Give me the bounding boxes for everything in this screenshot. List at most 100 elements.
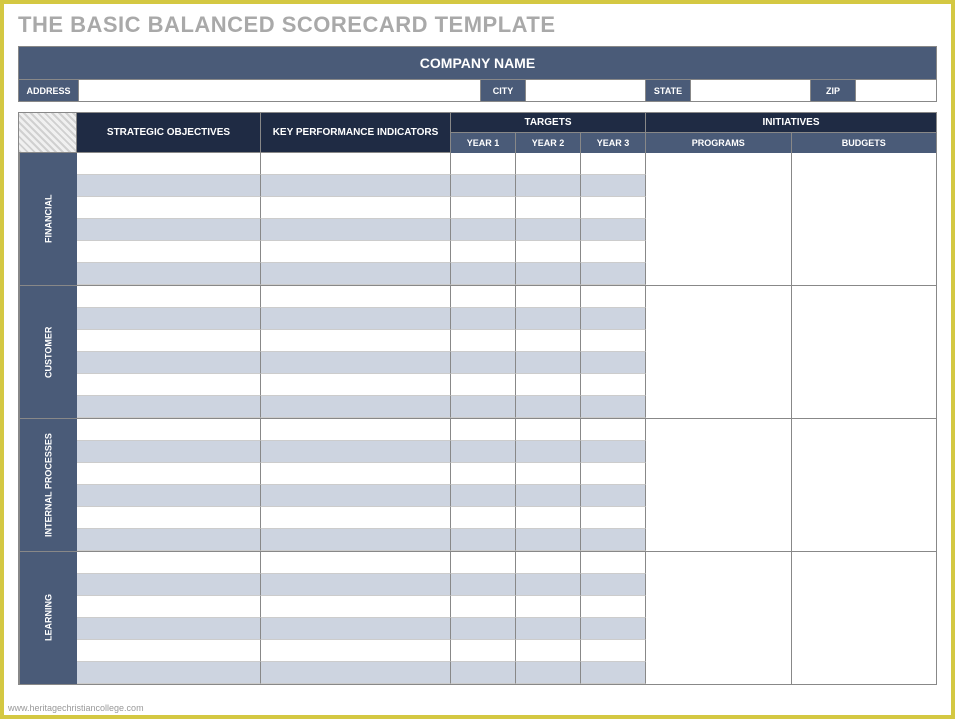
data-cell[interactable] xyxy=(451,175,516,197)
data-cell[interactable] xyxy=(516,662,581,684)
city-input[interactable] xyxy=(526,80,646,101)
data-cell[interactable] xyxy=(261,441,451,463)
initiative-cell-budgets[interactable] xyxy=(792,286,937,418)
data-cell[interactable] xyxy=(261,374,451,396)
data-cell[interactable] xyxy=(261,263,451,285)
data-cell[interactable] xyxy=(516,241,581,263)
data-cell[interactable] xyxy=(451,529,516,551)
initiative-cell-programs[interactable] xyxy=(646,419,792,551)
data-cell[interactable] xyxy=(581,640,646,662)
data-cell[interactable] xyxy=(261,552,451,574)
data-cell[interactable] xyxy=(581,485,646,507)
data-cell[interactable] xyxy=(581,286,646,308)
data-cell[interactable] xyxy=(581,419,646,441)
data-cell[interactable] xyxy=(261,241,451,263)
data-cell[interactable] xyxy=(77,396,261,418)
data-cell[interactable] xyxy=(451,219,516,241)
data-cell[interactable] xyxy=(77,662,261,684)
data-cell[interactable] xyxy=(516,507,581,529)
data-cell[interactable] xyxy=(77,441,261,463)
data-cell[interactable] xyxy=(581,175,646,197)
data-cell[interactable] xyxy=(451,463,516,485)
data-cell[interactable] xyxy=(581,463,646,485)
data-cell[interactable] xyxy=(451,286,516,308)
data-cell[interactable] xyxy=(581,241,646,263)
data-cell[interactable] xyxy=(261,662,451,684)
zip-input[interactable] xyxy=(856,80,936,101)
data-cell[interactable] xyxy=(261,596,451,618)
data-cell[interactable] xyxy=(451,662,516,684)
data-cell[interactable] xyxy=(77,308,261,330)
data-cell[interactable] xyxy=(581,219,646,241)
address-input[interactable] xyxy=(79,80,481,101)
data-cell[interactable] xyxy=(451,153,516,175)
data-cell[interactable] xyxy=(451,263,516,285)
data-cell[interactable] xyxy=(516,485,581,507)
data-cell[interactable] xyxy=(451,485,516,507)
data-cell[interactable] xyxy=(261,308,451,330)
data-cell[interactable] xyxy=(516,352,581,374)
data-cell[interactable] xyxy=(451,552,516,574)
data-cell[interactable] xyxy=(261,219,451,241)
data-cell[interactable] xyxy=(77,219,261,241)
data-cell[interactable] xyxy=(581,308,646,330)
data-cell[interactable] xyxy=(261,175,451,197)
data-cell[interactable] xyxy=(77,241,261,263)
data-cell[interactable] xyxy=(261,419,451,441)
data-cell[interactable] xyxy=(581,529,646,551)
initiative-cell-programs[interactable] xyxy=(646,153,792,285)
data-cell[interactable] xyxy=(451,507,516,529)
data-cell[interactable] xyxy=(77,330,261,352)
data-cell[interactable] xyxy=(581,330,646,352)
data-cell[interactable] xyxy=(581,662,646,684)
data-cell[interactable] xyxy=(581,441,646,463)
data-cell[interactable] xyxy=(581,153,646,175)
data-cell[interactable] xyxy=(516,263,581,285)
data-cell[interactable] xyxy=(77,352,261,374)
initiative-cell-programs[interactable] xyxy=(646,552,792,684)
data-cell[interactable] xyxy=(516,396,581,418)
data-cell[interactable] xyxy=(581,552,646,574)
initiative-cell-budgets[interactable] xyxy=(792,552,937,684)
data-cell[interactable] xyxy=(516,219,581,241)
data-cell[interactable] xyxy=(77,175,261,197)
data-cell[interactable] xyxy=(261,640,451,662)
data-cell[interactable] xyxy=(451,396,516,418)
data-cell[interactable] xyxy=(451,419,516,441)
data-cell[interactable] xyxy=(261,485,451,507)
data-cell[interactable] xyxy=(77,529,261,551)
data-cell[interactable] xyxy=(451,374,516,396)
data-cell[interactable] xyxy=(451,197,516,219)
data-cell[interactable] xyxy=(451,640,516,662)
data-cell[interactable] xyxy=(77,419,261,441)
data-cell[interactable] xyxy=(581,197,646,219)
data-cell[interactable] xyxy=(581,263,646,285)
data-cell[interactable] xyxy=(261,153,451,175)
data-cell[interactable] xyxy=(581,507,646,529)
data-cell[interactable] xyxy=(581,396,646,418)
data-cell[interactable] xyxy=(516,286,581,308)
data-cell[interactable] xyxy=(516,175,581,197)
data-cell[interactable] xyxy=(451,352,516,374)
data-cell[interactable] xyxy=(516,574,581,596)
data-cell[interactable] xyxy=(77,485,261,507)
data-cell[interactable] xyxy=(77,197,261,219)
data-cell[interactable] xyxy=(77,552,261,574)
data-cell[interactable] xyxy=(451,618,516,640)
data-cell[interactable] xyxy=(261,352,451,374)
data-cell[interactable] xyxy=(261,197,451,219)
data-cell[interactable] xyxy=(451,308,516,330)
state-input[interactable] xyxy=(691,80,811,101)
data-cell[interactable] xyxy=(516,618,581,640)
data-cell[interactable] xyxy=(261,574,451,596)
data-cell[interactable] xyxy=(451,441,516,463)
data-cell[interactable] xyxy=(261,618,451,640)
data-cell[interactable] xyxy=(261,463,451,485)
data-cell[interactable] xyxy=(581,574,646,596)
data-cell[interactable] xyxy=(77,286,261,308)
data-cell[interactable] xyxy=(516,441,581,463)
data-cell[interactable] xyxy=(261,330,451,352)
data-cell[interactable] xyxy=(77,153,261,175)
data-cell[interactable] xyxy=(77,263,261,285)
data-cell[interactable] xyxy=(581,374,646,396)
